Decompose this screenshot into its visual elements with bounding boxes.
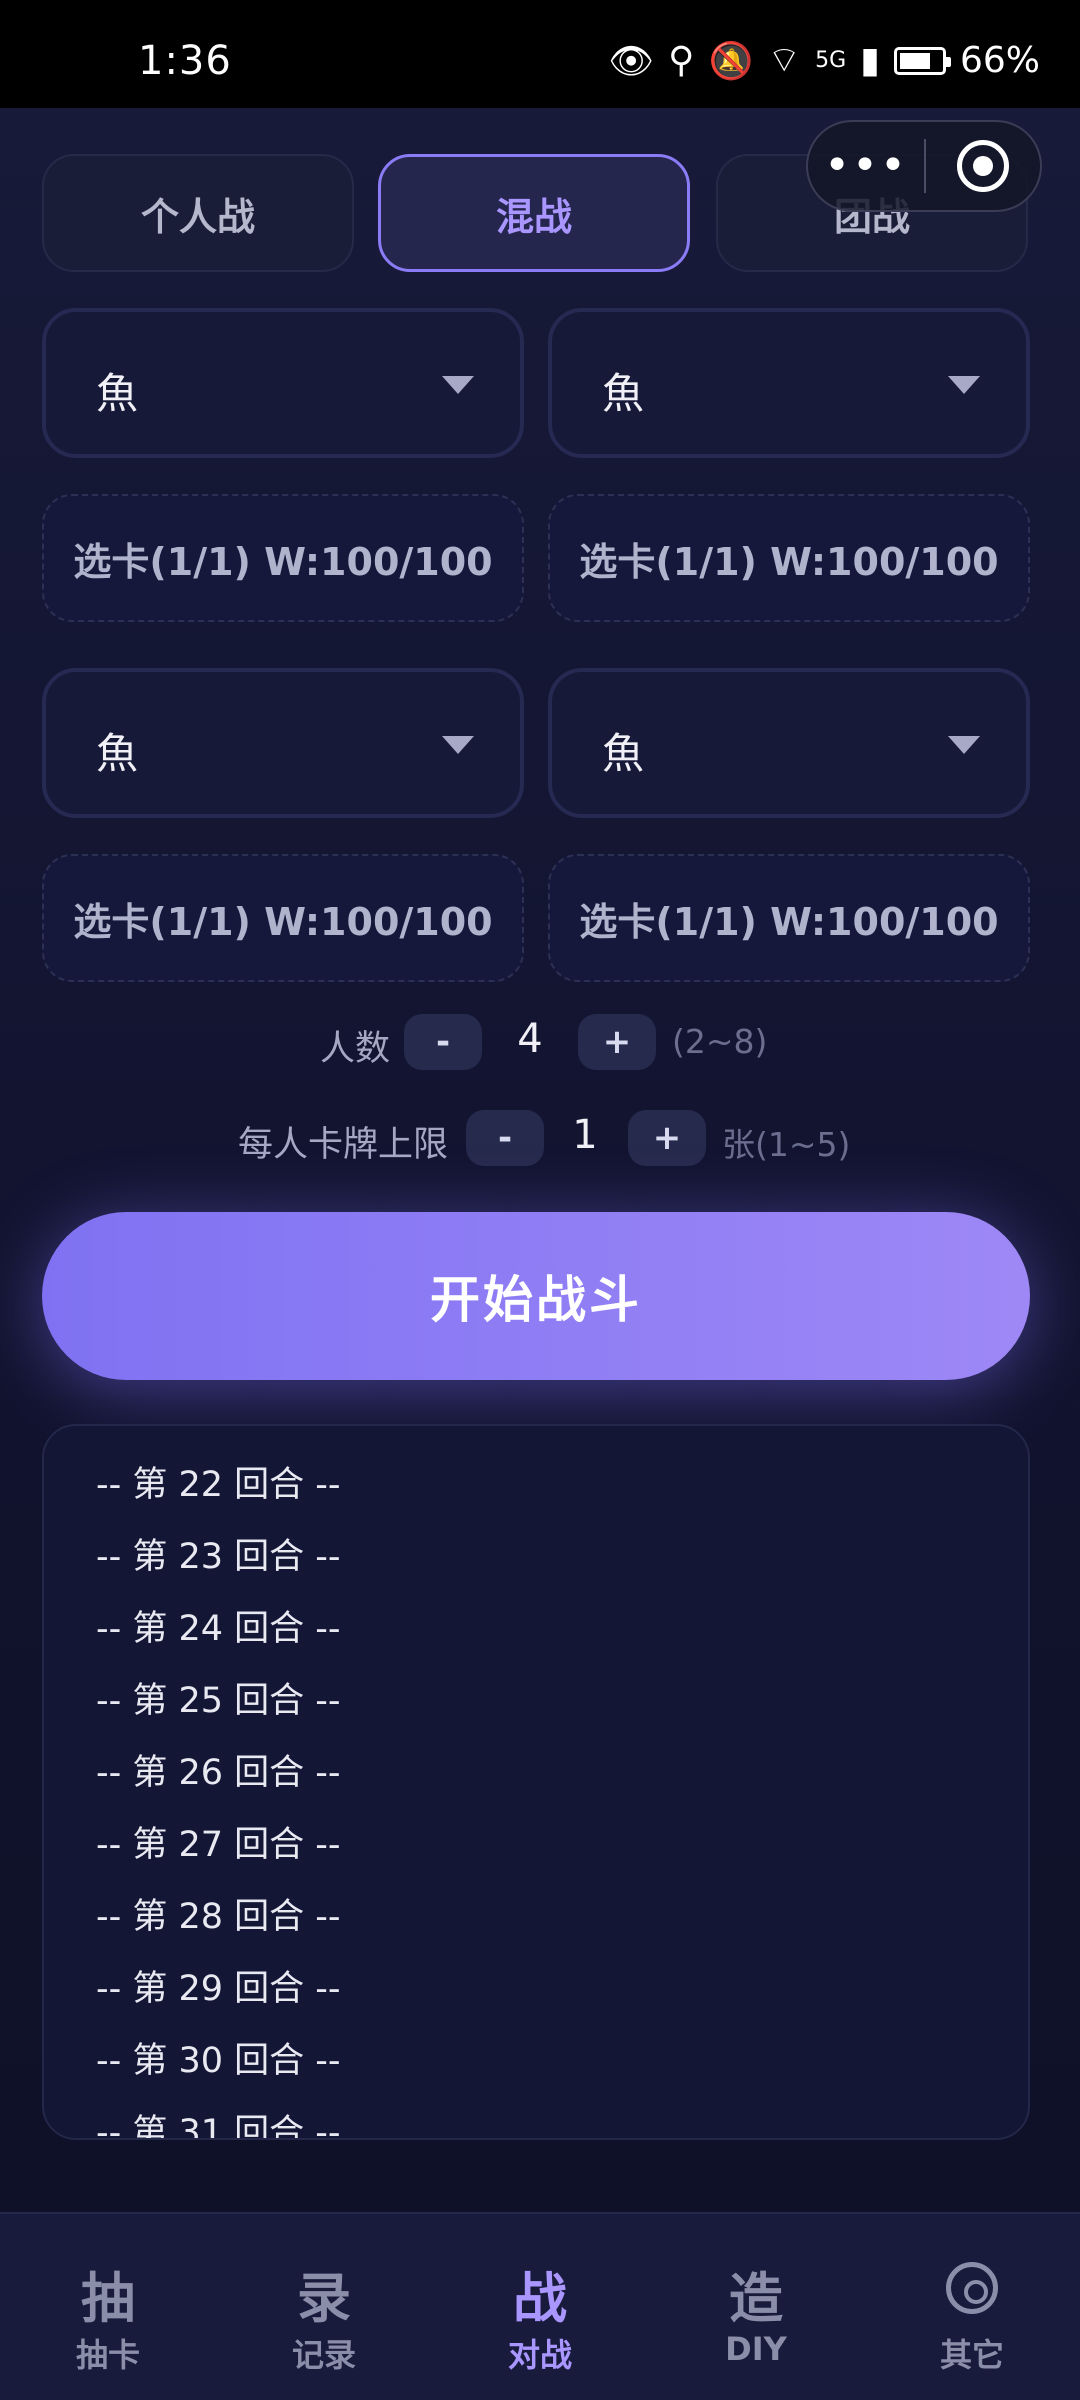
player-count-value: 4 xyxy=(517,1016,543,1062)
tab-battle[interactable]: 战 对战 xyxy=(432,2214,648,2400)
player-4-name: 魚 xyxy=(602,729,645,778)
player-4-pick-card[interactable]: 选卡(1/1) W:100/100 xyxy=(548,854,1030,982)
tab-draw-label: 抽卡 xyxy=(75,2336,140,2374)
tab-diy[interactable]: 造 DIY xyxy=(648,2214,864,2400)
player-count-label: 人数 xyxy=(320,1029,391,1069)
log-line: -- 第 28 回合 -- xyxy=(96,1897,341,1937)
tab-melee[interactable]: 混战 xyxy=(378,154,690,272)
card-limit-range: 张(1~5) xyxy=(722,1125,851,1164)
status-icons: 👁 ⚲ 🔕 ⌔ 5G ▮ 66% xyxy=(608,38,1040,83)
player-1-pick-card[interactable]: 选卡(1/1) W:100/100 xyxy=(42,494,524,622)
player-count-decrease-button[interactable]: - xyxy=(404,1014,482,1070)
battery-level: 66% xyxy=(959,40,1040,81)
log-line: -- 第 27 回合 -- xyxy=(96,1825,341,1865)
bottom-tab-bar: 抽 抽卡 录 记录 战 对战 造 DIY 其它 xyxy=(0,2212,1080,2400)
battle-log[interactable]: -- 第 22 回合 -- -- 第 23 回合 -- -- 第 24 回合 -… xyxy=(42,1424,1030,2140)
log-line: -- 第 24 回合 -- xyxy=(96,1609,341,1649)
tab-battle-label: 对战 xyxy=(507,2336,572,2374)
player-2-pick-card[interactable]: 选卡(1/1) W:100/100 xyxy=(548,494,1030,622)
tab-solo[interactable]: 个人战 xyxy=(42,154,354,272)
player-1-select[interactable]: 魚 xyxy=(42,308,524,458)
location-icon: ⚲ xyxy=(668,40,695,81)
close-miniprogram-button[interactable] xyxy=(926,140,1040,192)
player-1-name: 魚 xyxy=(96,369,139,418)
card-limit-label: 每人卡牌上限 xyxy=(238,1125,449,1165)
card-limit-decrease-button[interactable]: - xyxy=(466,1110,544,1166)
diy-icon: 造 xyxy=(729,2267,783,2330)
player-3-pick-card[interactable]: 选卡(1/1) W:100/100 xyxy=(42,854,524,982)
tab-other[interactable]: 其它 xyxy=(864,2214,1080,2400)
card-limit-increase-button[interactable]: + xyxy=(628,1110,706,1166)
tab-records[interactable]: 录 记录 xyxy=(216,2214,432,2400)
dropdown-caret-icon xyxy=(442,376,474,394)
dropdown-caret-icon xyxy=(948,736,980,754)
target-icon xyxy=(957,140,1009,192)
status-time: 1:36 xyxy=(138,38,232,84)
log-line: -- 第 25 回合 -- xyxy=(96,1681,341,1721)
player-3-select[interactable]: 魚 xyxy=(42,668,524,818)
log-line: -- 第 22 回合 -- xyxy=(96,1465,341,1505)
miniprogram-capsule: ••• xyxy=(806,120,1042,212)
player-count-row: 人数 - 4 + (2~8) xyxy=(0,1014,1080,1074)
start-battle-button[interactable]: 开始战斗 xyxy=(42,1212,1030,1380)
eye-icon: 👁 xyxy=(608,40,655,82)
app-content: 个人战 混战 团战 ••• 魚 魚 选卡(1/1) W:100/100 选卡(1… xyxy=(0,108,1080,2212)
more-menu-icon[interactable]: ••• xyxy=(808,144,924,188)
log-line: -- 第 23 回合 -- xyxy=(96,1537,341,1577)
tab-draw[interactable]: 抽 抽卡 xyxy=(0,2214,216,2400)
tab-records-label: 记录 xyxy=(291,2336,356,2374)
player-3-name: 魚 xyxy=(96,729,139,778)
wifi-icon: ⌔ xyxy=(767,40,802,81)
records-icon: 录 xyxy=(297,2267,351,2330)
player-count-increase-button[interactable]: + xyxy=(578,1014,656,1070)
signal-bars-icon: ▮ xyxy=(860,40,880,81)
tab-diy-label: DIY xyxy=(725,2330,787,2368)
player-2-name: 魚 xyxy=(602,369,645,418)
battery-icon xyxy=(893,46,951,75)
status-bar: 1:36 👁 ⚲ 🔕 ⌔ 5G ▮ 66% xyxy=(0,0,1080,108)
log-line: -- 第 31 回合 -- xyxy=(96,2113,341,2140)
bell-off-icon: 🔕 xyxy=(708,40,754,82)
gear-icon xyxy=(946,2262,998,2314)
dropdown-caret-icon xyxy=(442,736,474,754)
player-2-select[interactable]: 魚 xyxy=(548,308,1030,458)
log-line: -- 第 30 回合 -- xyxy=(96,2041,341,2081)
card-limit-row: 每人卡牌上限 - 1 + 张(1~5) xyxy=(0,1110,1080,1170)
signal-icon: 5G xyxy=(815,48,847,73)
draw-icon: 抽 xyxy=(81,2267,135,2330)
player-4-select[interactable]: 魚 xyxy=(548,668,1030,818)
tab-other-label: 其它 xyxy=(939,2336,1004,2374)
dropdown-caret-icon xyxy=(948,376,980,394)
player-count-range: (2~8) xyxy=(672,1022,768,1061)
battle-icon: 战 xyxy=(513,2267,567,2330)
log-line: -- 第 29 回合 -- xyxy=(96,1969,341,2009)
log-line: -- 第 26 回合 -- xyxy=(96,1753,341,1793)
card-limit-value: 1 xyxy=(572,1112,598,1158)
